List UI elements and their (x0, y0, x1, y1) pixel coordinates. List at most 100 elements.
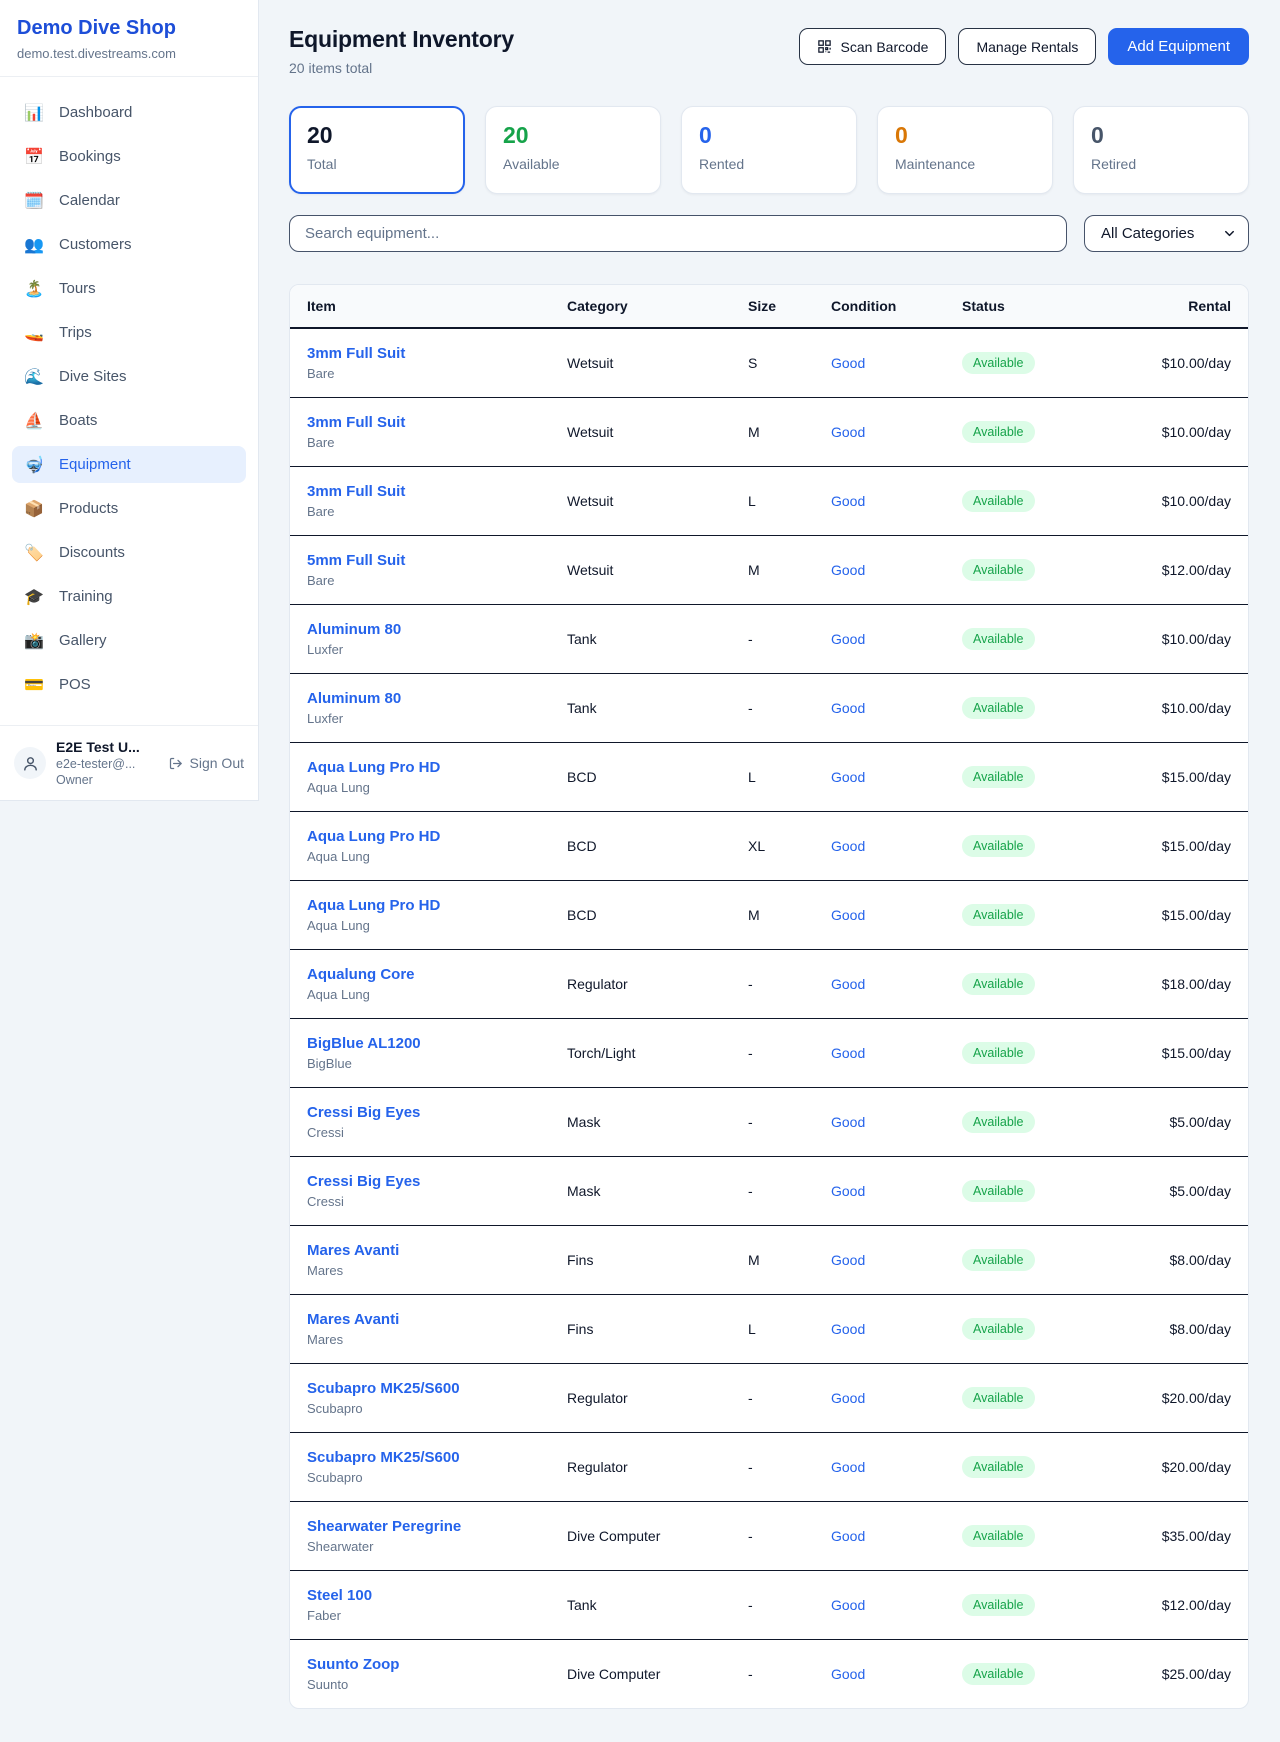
scan-barcode-button[interactable]: Scan Barcode (799, 28, 947, 65)
item-rental-rate: $8.00/day (1132, 1294, 1248, 1363)
category-select[interactable]: All Categories (1084, 215, 1249, 252)
stat-value: 0 (699, 122, 839, 149)
item-name-link[interactable]: 3mm Full Suit (307, 414, 405, 431)
stat-card-rented[interactable]: 0 Rented (681, 106, 857, 194)
item-brand: Luxfer (307, 642, 567, 657)
item-name-link[interactable]: Shearwater Peregrine (307, 1518, 461, 1535)
item-name-link[interactable]: BigBlue AL1200 (307, 1035, 421, 1052)
condition-link[interactable]: Good (831, 424, 865, 440)
item-name-link[interactable]: Scubapro MK25/S600 (307, 1380, 460, 1397)
table-row: Aqua Lung Pro HD Aqua Lung BCD M Good Av… (290, 880, 1248, 949)
sidebar-item-dashboard[interactable]: 📊 Dashboard (12, 94, 246, 131)
item-name-link[interactable]: Aluminum 80 (307, 621, 401, 638)
condition-link[interactable]: Good (831, 700, 865, 716)
sidebar-item-pos[interactable]: 💳 POS (12, 666, 246, 703)
condition-link[interactable]: Good (831, 493, 865, 509)
sidebar-item-tours[interactable]: 🏝️ Tours (12, 270, 246, 307)
item-brand: BigBlue (307, 1056, 567, 1071)
item-brand: Bare (307, 435, 567, 450)
sidebar-item-gallery[interactable]: 📸 Gallery (12, 622, 246, 659)
item-brand: Mares (307, 1263, 567, 1278)
item-name-link[interactable]: Steel 100 (307, 1587, 372, 1604)
status-badge: Available (962, 1456, 1035, 1478)
condition-link[interactable]: Good (831, 1252, 865, 1268)
item-category: Tank (567, 673, 748, 742)
sidebar-item-customers[interactable]: 👥 Customers (12, 226, 246, 263)
item-category: BCD (567, 811, 748, 880)
item-category: Tank (567, 604, 748, 673)
item-name-link[interactable]: Cressi Big Eyes (307, 1173, 420, 1190)
status-badge: Available (962, 1111, 1035, 1133)
status-badge: Available (962, 1663, 1035, 1685)
condition-link[interactable]: Good (831, 907, 865, 923)
item-rental-rate: $5.00/day (1132, 1156, 1248, 1225)
item-name-link[interactable]: Suunto Zoop (307, 1656, 399, 1673)
condition-link[interactable]: Good (831, 631, 865, 647)
item-size: S (748, 328, 831, 397)
item-category: Fins (567, 1225, 748, 1294)
sidebar-item-products[interactable]: 📦 Products (12, 490, 246, 527)
item-name-link[interactable]: Cressi Big Eyes (307, 1104, 420, 1121)
condition-link[interactable]: Good (831, 1045, 865, 1061)
item-rental-rate: $8.00/day (1132, 1225, 1248, 1294)
stat-card-total[interactable]: 20 Total (289, 106, 465, 194)
brand-name[interactable]: Demo Dive Shop (17, 17, 241, 40)
item-name-link[interactable]: Aqua Lung Pro HD (307, 828, 440, 845)
stat-card-available[interactable]: 20 Available (485, 106, 661, 194)
sidebar-item-training[interactable]: 🎓 Training (12, 578, 246, 615)
item-category: Dive Computer (567, 1639, 748, 1708)
item-name-link[interactable]: Aluminum 80 (307, 690, 401, 707)
item-category: BCD (567, 742, 748, 811)
sidebar-item-trips[interactable]: 🚤 Trips (12, 314, 246, 351)
equipment-table: Item Category Size Condition Status Rent… (290, 285, 1248, 1708)
stats-row: 20 Total 20 Available 0 Rented 0 Mainten… (289, 106, 1249, 194)
condition-link[interactable]: Good (831, 769, 865, 785)
sidebar-item-discounts[interactable]: 🏷️ Discounts (12, 534, 246, 571)
condition-link[interactable]: Good (831, 976, 865, 992)
condition-link[interactable]: Good (831, 355, 865, 371)
stat-value: 0 (1091, 122, 1231, 149)
add-equipment-button[interactable]: Add Equipment (1108, 28, 1249, 65)
condition-link[interactable]: Good (831, 1390, 865, 1406)
condition-link[interactable]: Good (831, 562, 865, 578)
item-brand: Mares (307, 1332, 567, 1347)
sidebar-item-dive-sites[interactable]: 🌊 Dive Sites (12, 358, 246, 395)
condition-link[interactable]: Good (831, 1114, 865, 1130)
condition-link[interactable]: Good (831, 1459, 865, 1475)
condition-link[interactable]: Good (831, 1528, 865, 1544)
products-icon: 📦 (23, 499, 45, 518)
item-category: Fins (567, 1294, 748, 1363)
item-name-link[interactable]: Aqua Lung Pro HD (307, 897, 440, 914)
calendar-icon: 🗓️ (23, 191, 45, 210)
condition-link[interactable]: Good (831, 1666, 865, 1682)
item-name-link[interactable]: 3mm Full Suit (307, 345, 405, 362)
condition-link[interactable]: Good (831, 1183, 865, 1199)
sidebar-item-equipment[interactable]: 🤿 Equipment (12, 446, 246, 483)
item-name-link[interactable]: Aqua Lung Pro HD (307, 759, 440, 776)
item-size: L (748, 742, 831, 811)
search-input[interactable] (289, 215, 1067, 252)
sidebar-item-bookings[interactable]: 📅 Bookings (12, 138, 246, 175)
stat-value: 20 (503, 122, 643, 149)
item-rental-rate: $25.00/day (1132, 1639, 1248, 1708)
stat-card-maintenance[interactable]: 0 Maintenance (877, 106, 1053, 194)
item-name-link[interactable]: Aqualung Core (307, 966, 415, 983)
chevron-down-icon (1222, 226, 1237, 241)
stat-card-retired[interactable]: 0 Retired (1073, 106, 1249, 194)
table-row: 3mm Full Suit Bare Wetsuit S Good Availa… (290, 328, 1248, 397)
item-rental-rate: $15.00/day (1132, 811, 1248, 880)
sidebar-item-calendar[interactable]: 🗓️ Calendar (12, 182, 246, 219)
condition-link[interactable]: Good (831, 1321, 865, 1337)
sign-out-button[interactable]: Sign Out (168, 755, 244, 771)
item-name-link[interactable]: Mares Avanti (307, 1242, 399, 1259)
item-name-link[interactable]: 3mm Full Suit (307, 483, 405, 500)
condition-link[interactable]: Good (831, 1597, 865, 1613)
item-name-link[interactable]: 5mm Full Suit (307, 552, 405, 569)
item-rental-rate: $10.00/day (1132, 328, 1248, 397)
item-name-link[interactable]: Mares Avanti (307, 1311, 399, 1328)
item-name-link[interactable]: Scubapro MK25/S600 (307, 1449, 460, 1466)
condition-link[interactable]: Good (831, 838, 865, 854)
manage-rentals-button[interactable]: Manage Rentals (958, 28, 1096, 65)
sidebar-item-boats[interactable]: ⛵ Boats (12, 402, 246, 439)
item-category: Wetsuit (567, 466, 748, 535)
